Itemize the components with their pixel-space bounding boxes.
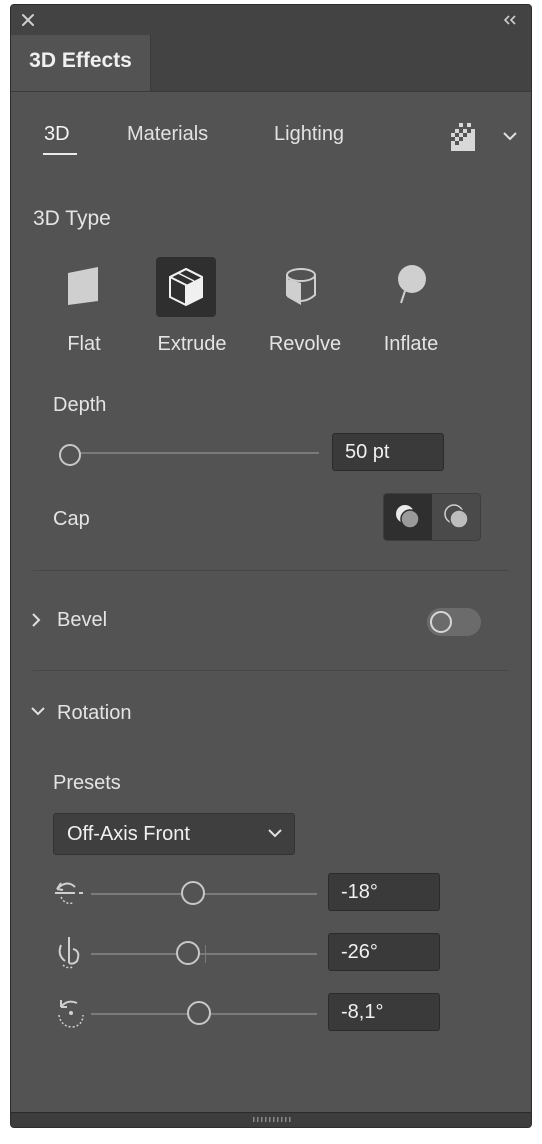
- extrude-label: Extrude: [157, 333, 227, 355]
- flat-type-button[interactable]: [54, 257, 114, 317]
- cap-off-button[interactable]: [433, 494, 480, 540]
- extrude-type-button[interactable]: [156, 257, 216, 317]
- subtab-lighting[interactable]: Lighting: [274, 123, 344, 146]
- rotation-presets-dropdown[interactable]: Off-Axis Front: [53, 813, 295, 855]
- extrude-icon: [169, 267, 203, 307]
- presets-label: Presets: [53, 772, 121, 794]
- section-title-3d-type: 3D Type: [33, 207, 111, 230]
- rotate-x-slider-knob[interactable]: [181, 881, 205, 905]
- section-divider: [33, 570, 509, 571]
- revolve-type-button[interactable]: [269, 257, 329, 317]
- rotate-z-slider-knob[interactable]: [187, 1001, 211, 1025]
- depth-slider-knob[interactable]: [59, 444, 81, 466]
- section-divider: [33, 670, 509, 671]
- rotate-z-value-field[interactable]: -8,1°: [328, 993, 440, 1031]
- subtab-3d[interactable]: 3D: [44, 123, 70, 146]
- depth-value-field[interactable]: 50 pt: [332, 433, 444, 471]
- rotate-y-value-field[interactable]: -26°: [328, 933, 440, 971]
- bevel-toggle-knob: [430, 611, 452, 633]
- inflate-label: Inflate: [383, 333, 439, 355]
- rotate-z-axis-icon: [58, 1000, 84, 1028]
- inflate-type-button[interactable]: [381, 257, 441, 317]
- resize-grip-icon: [253, 1117, 291, 1122]
- active-tab-underline: [43, 153, 77, 155]
- rotate-x-axis-icon: [55, 882, 83, 905]
- depth-slider-track[interactable]: [77, 452, 319, 454]
- flat-icon: [68, 267, 98, 305]
- slider-center-tick: [205, 945, 206, 963]
- panel-resize-bar[interactable]: [11, 1112, 531, 1127]
- panel-titlebar: [11, 5, 531, 35]
- cap-on-icon: [396, 505, 420, 529]
- revolve-label: Revolve: [268, 333, 342, 355]
- cap-off-icon: [444, 504, 469, 529]
- cap-label: Cap: [53, 508, 90, 530]
- subtab-materials[interactable]: Materials: [127, 123, 208, 146]
- rotate-y-axis-icon: [58, 937, 80, 969]
- cap-toggle-group: [383, 493, 481, 541]
- cap-on-button[interactable]: [384, 494, 432, 540]
- balloon-icon: [398, 265, 426, 304]
- revolve-icon: [286, 268, 316, 305]
- chevron-down-icon[interactable]: [29, 705, 47, 719]
- panel-tab-bar: 3D Effects: [11, 35, 531, 92]
- chevron-down-icon: [268, 829, 282, 838]
- bevel-label[interactable]: Bevel: [57, 609, 107, 632]
- 3d-effects-panel: 3D Effects 3D Materials Lighting 3D Type: [10, 4, 532, 1128]
- depth-label: Depth: [53, 394, 107, 416]
- chevron-right-icon[interactable]: [29, 611, 43, 629]
- double-chevron-left-icon[interactable]: [501, 12, 519, 28]
- close-icon[interactable]: [20, 12, 36, 28]
- rotate-x-value-field[interactable]: -18°: [328, 873, 440, 911]
- chevron-down-icon[interactable]: [501, 127, 519, 145]
- gpu-render-icon[interactable]: [449, 123, 477, 153]
- bevel-toggle[interactable]: [427, 608, 481, 636]
- flat-label: Flat: [67, 333, 101, 355]
- rotate-y-slider-track[interactable]: [91, 953, 317, 955]
- rotate-y-slider-knob[interactable]: [176, 941, 200, 965]
- tab-3d-effects[interactable]: 3D Effects: [11, 35, 151, 91]
- preset-selected-value: Off-Axis Front: [67, 822, 190, 845]
- rotation-label[interactable]: Rotation: [57, 702, 132, 725]
